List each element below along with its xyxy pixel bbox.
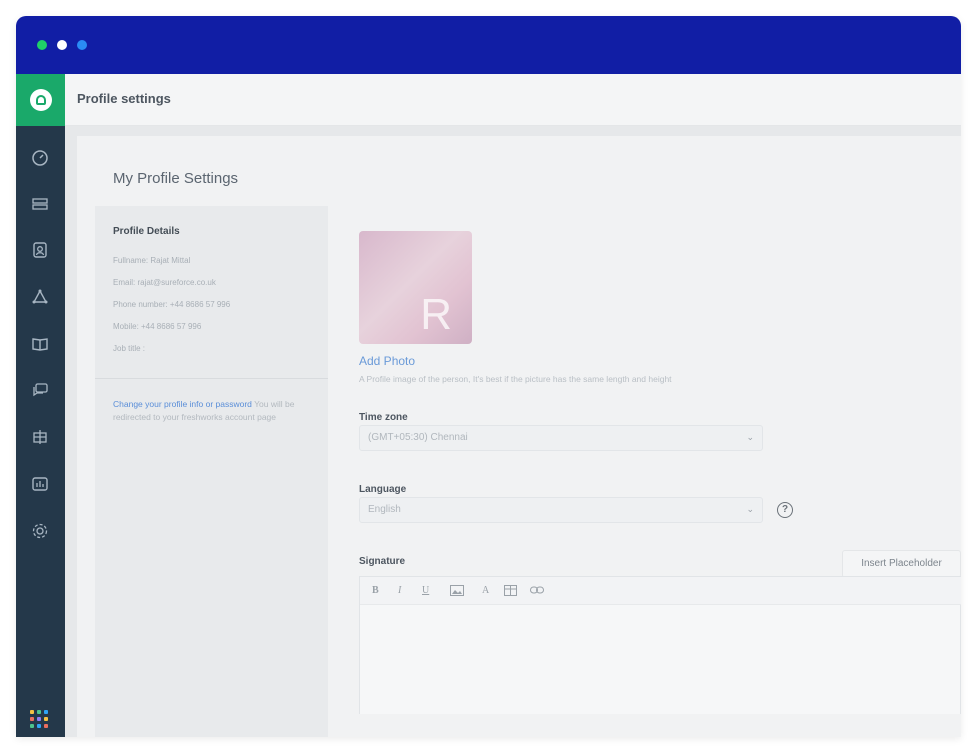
timezone-select[interactable]: (GMT+05:30) Chennai ⌄	[359, 425, 763, 451]
photo-hint: A Profile image of the person, It's best…	[359, 374, 672, 384]
change-profile-link[interactable]: Change your profile info or password	[113, 399, 252, 409]
main-content: My Profile Settings Profile Details Full…	[65, 126, 961, 737]
timezone-value: (GMT+05:30) Chennai	[368, 432, 468, 443]
signature-editor[interactable]: B I U A	[359, 576, 961, 714]
text-color-icon[interactable]: A	[482, 585, 489, 596]
help-question-icon[interactable]: ?	[777, 502, 793, 518]
language-value: English	[368, 504, 401, 515]
signature-label: Signature	[359, 556, 406, 567]
profile-fullname: Fullname: Rajat Mittal	[113, 256, 191, 265]
bold-button[interactable]: B	[372, 585, 379, 596]
page-title: My Profile Settings	[113, 170, 239, 187]
avatar-initial: R	[420, 290, 452, 339]
profile-phone: Phone number: +44 8686 57 996	[113, 300, 231, 309]
italic-button[interactable]: I	[398, 585, 401, 596]
profile-details-panel: Profile Details Fullname: Rajat Mittal E…	[95, 206, 328, 737]
panel-divider	[95, 378, 328, 379]
insert-link-icon[interactable]	[530, 586, 544, 597]
top-bar: Profile settings	[65, 74, 961, 126]
insert-table-icon[interactable]	[504, 585, 517, 599]
profile-email: Email: rajat@sureforce.co.uk	[113, 278, 216, 287]
page-header-title: Profile settings	[77, 91, 171, 106]
language-select[interactable]: English ⌄	[359, 497, 763, 523]
profile-settings-card: My Profile Settings Profile Details Full…	[77, 136, 961, 737]
tickets-icon[interactable]	[29, 193, 51, 215]
add-photo-link[interactable]: Add Photo	[359, 354, 415, 368]
profile-job-title: Job title :	[113, 344, 146, 353]
editor-toolbar: B I U A	[360, 577, 961, 605]
minimize-window-dot[interactable]	[57, 40, 67, 50]
admin-gear-icon[interactable]	[29, 520, 51, 542]
close-window-dot[interactable]	[37, 40, 47, 50]
groups-icon[interactable]	[29, 286, 51, 308]
profile-details-heading: Profile Details	[113, 226, 180, 237]
profile-mobile: Mobile: +44 8686 57 996	[113, 322, 202, 331]
sidebar	[16, 74, 65, 737]
chevron-down-icon: ⌄	[746, 432, 754, 442]
app-window: Profile settings My Profile Settings Pro…	[16, 16, 961, 737]
analytics-icon[interactable]	[29, 473, 51, 495]
maximize-window-dot[interactable]	[77, 40, 87, 50]
freshdesk-logo-icon[interactable]	[16, 74, 65, 126]
solutions-book-icon[interactable]	[29, 333, 51, 355]
change-profile-note: Change your profile info or password You…	[113, 398, 318, 424]
apps-grid-icon[interactable]	[30, 710, 48, 728]
reports-icon[interactable]	[29, 426, 51, 448]
insert-placeholder-button[interactable]: Insert Placeholder	[842, 550, 961, 578]
dashboard-icon[interactable]	[29, 147, 51, 169]
forums-icon[interactable]	[29, 379, 51, 401]
title-bar	[16, 16, 961, 74]
contacts-icon[interactable]	[29, 239, 51, 261]
chevron-down-icon: ⌄	[746, 504, 754, 514]
language-label: Language	[359, 484, 407, 495]
timezone-label: Time zone	[359, 412, 408, 423]
profile-photo[interactable]: R	[359, 231, 472, 344]
insert-image-icon[interactable]	[450, 585, 464, 599]
underline-button[interactable]: U	[422, 585, 429, 596]
